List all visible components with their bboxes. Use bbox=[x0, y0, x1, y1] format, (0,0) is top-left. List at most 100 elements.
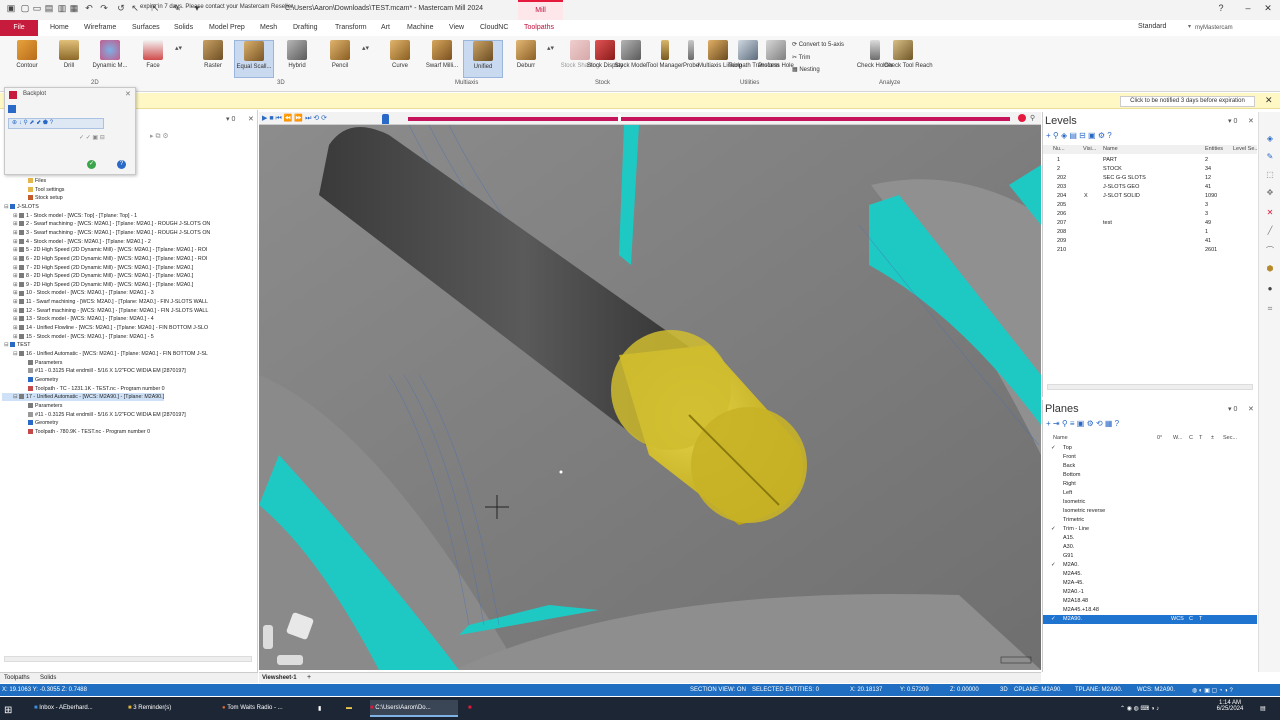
strip-move-icon[interactable]: ✥ bbox=[1265, 188, 1275, 198]
graphics-viewport[interactable] bbox=[259, 125, 1041, 670]
status-mode[interactable]: 3D bbox=[1000, 687, 1008, 693]
face-button[interactable]: Face bbox=[133, 40, 173, 78]
equal-scallop-button[interactable]: Equal Scall... bbox=[234, 40, 274, 78]
pan-arrows-icon[interactable] bbox=[277, 655, 303, 665]
redo-icon[interactable]: ↷ bbox=[99, 3, 109, 13]
deburr-button[interactable]: Deburr bbox=[506, 40, 546, 78]
plane-check-icon[interactable]: ✓ bbox=[1051, 444, 1056, 453]
plane-row[interactable]: M2A0.-1 bbox=[1043, 588, 1257, 597]
select-arrow-icon[interactable]: ↖ bbox=[130, 3, 140, 13]
workspace-select[interactable]: Standard bbox=[1138, 23, 1166, 30]
plane-row[interactable]: Isometric bbox=[1043, 498, 1257, 507]
tree-item[interactable]: ⊟ TEST bbox=[2, 341, 31, 349]
task-mastercam-2[interactable]: ■ bbox=[468, 700, 482, 717]
notifications-icon[interactable]: ▤ bbox=[1260, 700, 1266, 717]
backplot-view-icons[interactable]: ✓ ✓ ▣ ⊟ bbox=[79, 134, 105, 141]
new-file-icon[interactable]: ▢ bbox=[20, 3, 30, 13]
panel-pin-icon[interactable]: ▾ 0 bbox=[226, 115, 235, 123]
status-section-view[interactable]: SECTION VIEW: ON bbox=[690, 687, 746, 693]
viewsheet-tab[interactable]: Viewsheet-1 bbox=[262, 675, 297, 681]
tree-item[interactable]: ⊞ 5 - 2D High Speed (2D Dynamic Mill) - [… bbox=[2, 246, 207, 254]
backplot-progress-track[interactable] bbox=[408, 117, 1010, 121]
status-view-icons[interactable]: ◍ ◐ ▣ ▢ ◔ ◑ ? bbox=[1192, 687, 1233, 694]
strip-line-icon[interactable]: ╱ bbox=[1265, 226, 1275, 236]
tree-item[interactable]: Geometry bbox=[2, 419, 58, 427]
tree-item[interactable]: #11 - 0.3125 Flat endmill - 5/16 X 1/2"F… bbox=[2, 411, 186, 419]
plane-row[interactable]: M2A-45. bbox=[1043, 579, 1257, 588]
tree-item[interactable]: Tool settings bbox=[2, 186, 64, 194]
record-icon[interactable] bbox=[1018, 114, 1026, 122]
level-row[interactable]: 2 STOCK 34 bbox=[1043, 165, 1257, 174]
plane-row[interactable]: A30. bbox=[1043, 543, 1257, 552]
plane-row[interactable]: ✓ Trim - Line bbox=[1043, 525, 1257, 534]
level-row[interactable]: 1 PART 2 bbox=[1043, 156, 1257, 165]
tab-solids[interactable]: Solids bbox=[174, 24, 193, 31]
tree-item[interactable]: ⊞ 13 - Stock model - [WCS: M2A0.] - [Tpla… bbox=[2, 315, 154, 323]
plane-row[interactable]: Right bbox=[1043, 480, 1257, 489]
tree-item[interactable]: ⊟ 17 - Unified Automatic - [WCS: M2A90.] … bbox=[2, 393, 165, 402]
tray-icons[interactable]: ⌃ ◉ ◍ ⌨ ◑ ♪ bbox=[1120, 700, 1159, 717]
clock[interactable]: 1:14 AM 6/25/2024 bbox=[1212, 700, 1248, 712]
tree-item[interactable]: ⊟ J-SLOTS bbox=[2, 203, 39, 211]
app-logo-icon[interactable]: ▣ bbox=[6, 3, 16, 13]
tree-item[interactable]: ⊞ 14 - Unified Flowline - [WCS: M2A0.] - … bbox=[2, 324, 208, 332]
plane-row[interactable]: Left bbox=[1043, 489, 1257, 498]
tree-toolbar-icons[interactable]: ▸ ⧉ ⚙ bbox=[150, 132, 180, 140]
raster-button[interactable]: Raster bbox=[193, 40, 233, 78]
close-window-icon[interactable]: ✕ bbox=[1261, 3, 1275, 15]
backplot-help-icon[interactable]: ? bbox=[117, 160, 126, 169]
plane-row[interactable]: M2A45.+18.48 bbox=[1043, 606, 1257, 615]
tree-item[interactable]: ⊞ 2 - Swarf machining - [WCS: M2A0.] - [T… bbox=[2, 220, 210, 228]
plane-row[interactable]: Isometric reverse bbox=[1043, 507, 1257, 516]
tab-file[interactable]: File bbox=[0, 20, 38, 36]
tab-toolpaths[interactable]: Toolpaths bbox=[524, 24, 554, 31]
context-tab-mill[interactable]: Mill bbox=[518, 0, 563, 20]
backplot-ok-icon[interactable]: ✓ bbox=[87, 160, 96, 169]
tab-model-prep[interactable]: Model Prep bbox=[209, 24, 245, 31]
level-row[interactable]: 205 3 bbox=[1043, 201, 1257, 210]
levels-close-icon[interactable]: ✕ bbox=[1248, 117, 1254, 125]
strip-sphere-icon[interactable]: ● bbox=[1265, 284, 1275, 294]
tree-item[interactable]: Geometry bbox=[2, 376, 58, 384]
plane-row[interactable]: G91 bbox=[1043, 552, 1257, 561]
task-outlook[interactable]: ■ Inbox - AEberhard... bbox=[34, 700, 122, 717]
tree-item[interactable]: ⊞ 11 - Swarf machining - [WCS: M2A0.] - [… bbox=[2, 298, 208, 306]
planes-pin-icon[interactable]: ▾ 0 bbox=[1228, 405, 1237, 413]
drill-button[interactable]: Drill bbox=[49, 40, 89, 78]
tree-item[interactable]: Files bbox=[2, 177, 46, 185]
unified-button[interactable]: Unified bbox=[463, 40, 503, 78]
viewport-options-icon[interactable]: ⚲ bbox=[1030, 114, 1035, 122]
strip-delete-icon[interactable]: ✕ bbox=[1265, 208, 1275, 218]
status-cplane[interactable]: CPLANE: M2A90. bbox=[1014, 687, 1062, 693]
status-x[interactable]: X: 20.18137 bbox=[850, 687, 882, 693]
backplot-tool-icons[interactable]: ⊕ ↓ ⚲ ⬈ ⬋ ⬟ ? bbox=[9, 120, 53, 126]
strip-curve-icon[interactable]: ⌒ bbox=[1265, 246, 1275, 256]
tree-item[interactable]: ⊞ 7 - 2D High Speed (2D Dynamic Mill) - [… bbox=[2, 264, 193, 272]
expand-multiaxis-icon[interactable]: ▴▾ bbox=[547, 44, 554, 52]
plane-row[interactable]: ✓ Top bbox=[1043, 444, 1257, 453]
level-row[interactable]: 207 test 49 bbox=[1043, 219, 1257, 228]
tree-item[interactable]: Toolpath - 780.9K - TEST.nc - Program nu… bbox=[2, 428, 150, 436]
tab-solids-panel[interactable]: Solids bbox=[40, 675, 56, 681]
level-row[interactable]: 202 SEC G-G SLOTS 12 bbox=[1043, 174, 1257, 183]
backplot-options-icon[interactable] bbox=[8, 105, 16, 113]
tab-art[interactable]: Art bbox=[381, 24, 390, 31]
status-y[interactable]: Y: 0.57209 bbox=[900, 687, 929, 693]
strip-edit-icon[interactable]: ✎ bbox=[1265, 152, 1275, 162]
backplot-slider-handle[interactable] bbox=[382, 114, 389, 124]
tab-home[interactable]: Home bbox=[50, 24, 69, 31]
pencil-button[interactable]: Pencil bbox=[320, 40, 360, 78]
tree-item[interactable]: ⊞ 9 - 2D High Speed (2D Dynamic Mill) - [… bbox=[2, 281, 193, 289]
contour-button[interactable]: Contour bbox=[7, 40, 47, 78]
levels-pin-icon[interactable]: ▾ 0 bbox=[1228, 117, 1237, 125]
backplot-close-icon[interactable]: ✕ bbox=[125, 90, 131, 98]
trim-button[interactable]: ✂ Trim bbox=[792, 54, 810, 61]
panel-close-icon[interactable]: ✕ bbox=[248, 115, 254, 123]
tree-item[interactable]: Toolpath - TC - 1231.1K - TEST.nc - Prog… bbox=[2, 385, 165, 393]
tree-item[interactable]: ⊞ 15 - Stock model - [WCS: M2A0.] - [Tpla… bbox=[2, 333, 154, 341]
notification-close-icon[interactable]: ✕ bbox=[1265, 95, 1273, 106]
tree-item[interactable]: ⊞ 1 - Stock model - [WCS: Top] - [Tplane:… bbox=[2, 212, 137, 220]
plane-check-icon[interactable]: ✓ bbox=[1051, 615, 1056, 624]
task-mastercam[interactable]: ■ C:\Users\Aaron\Do... bbox=[370, 700, 458, 717]
process-hole-button[interactable]: Process Hole bbox=[758, 40, 794, 78]
